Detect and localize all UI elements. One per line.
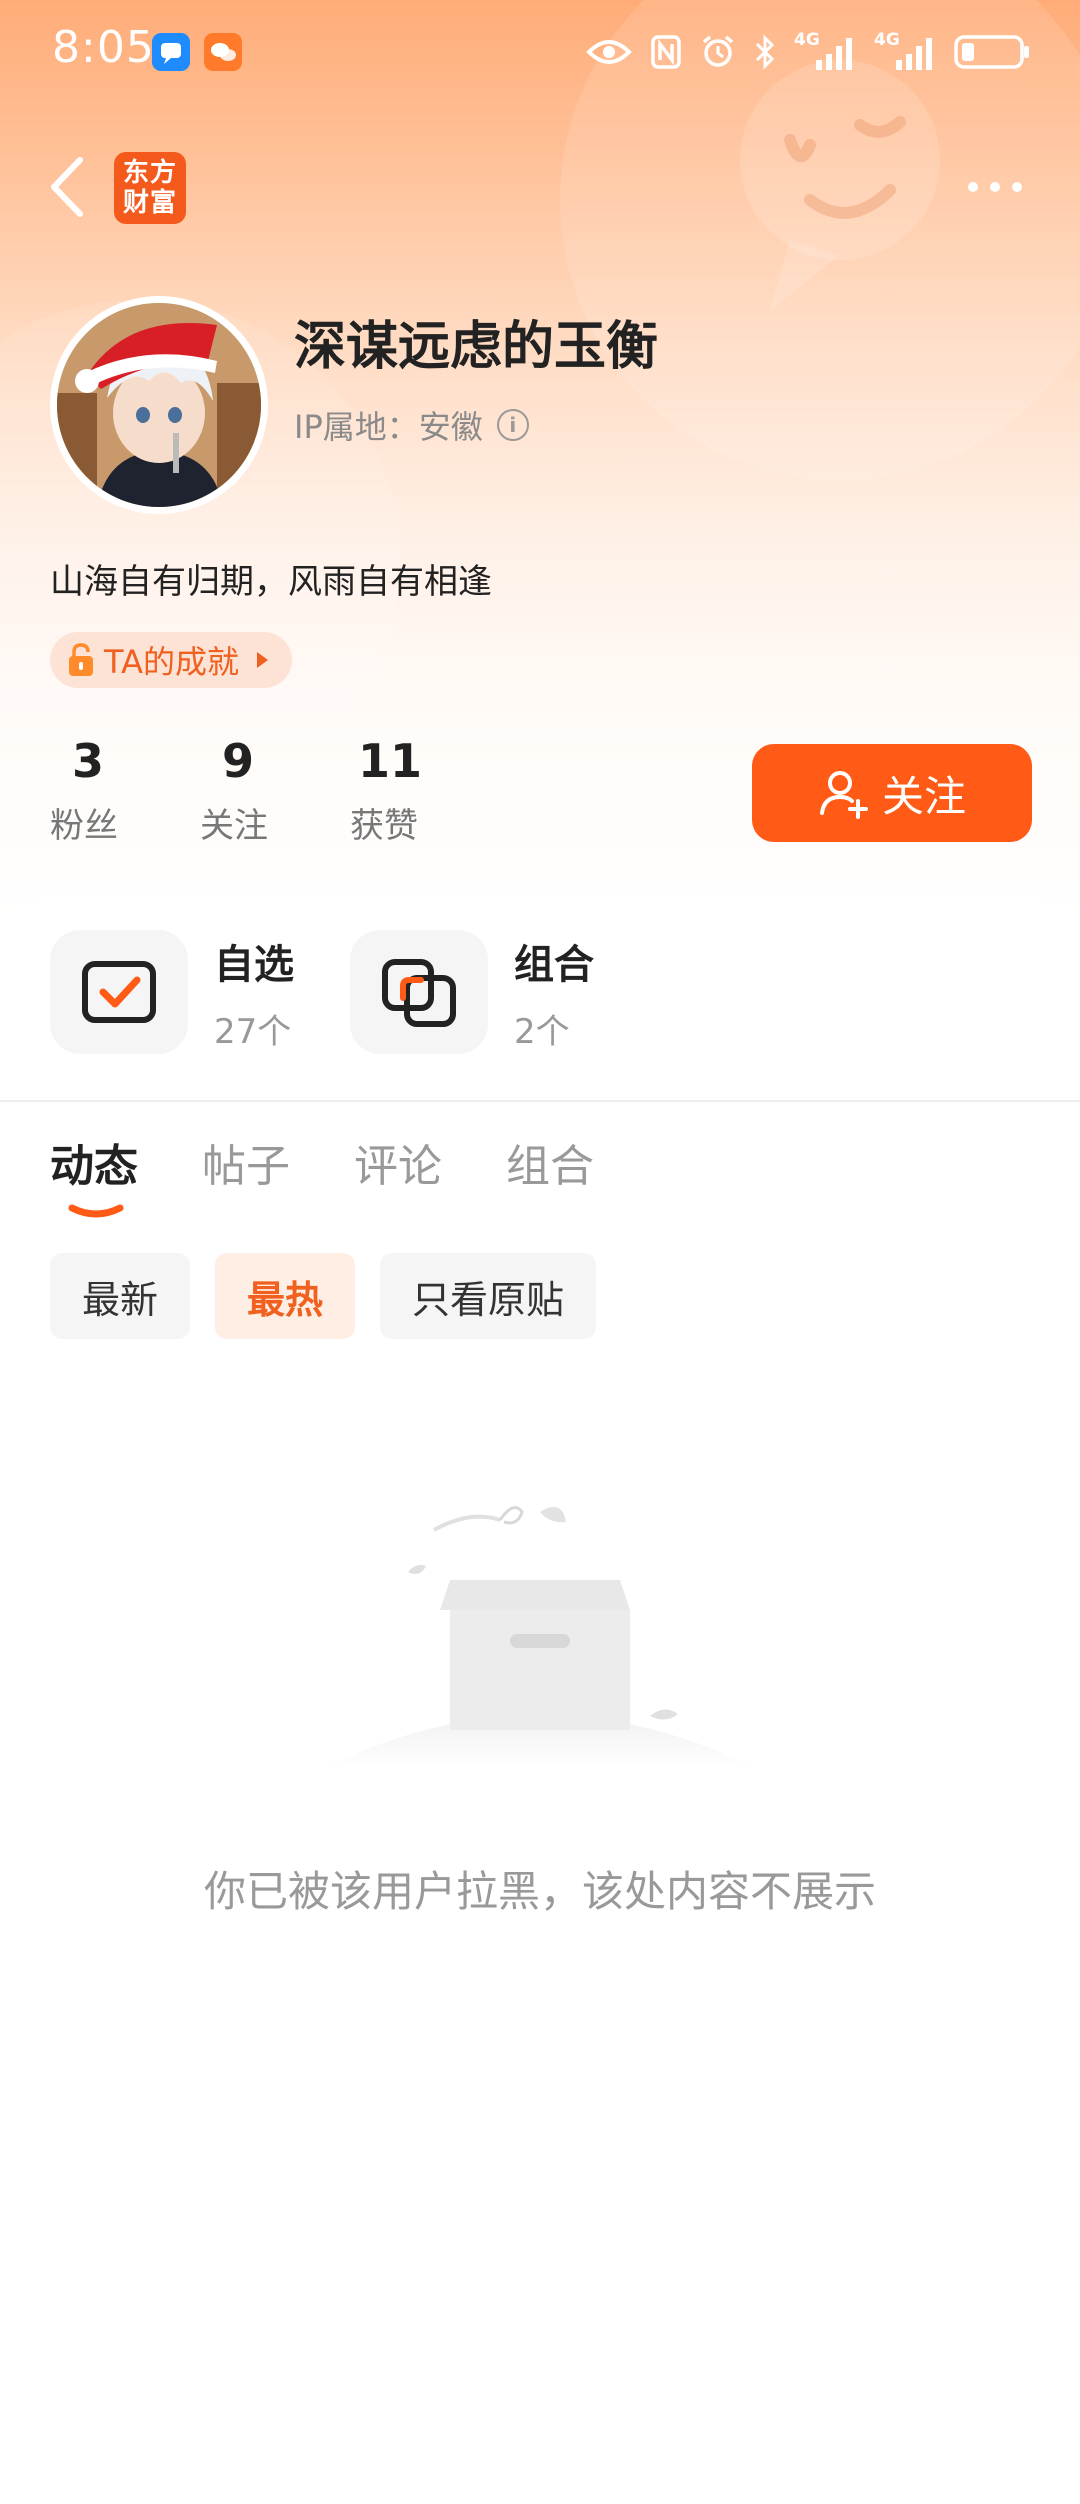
portfolio-icon xyxy=(350,930,488,1054)
empty-box-illustration xyxy=(320,1506,760,1770)
avatar-image xyxy=(57,303,261,507)
more-dot-icon xyxy=(968,182,978,192)
caret-right-icon xyxy=(256,652,268,668)
stat-label: 获赞 xyxy=(350,806,418,846)
tab-portfolios[interactable]: 组合 xyxy=(506,1130,594,1194)
module-title: 组合 xyxy=(514,941,594,988)
battery-icon xyxy=(954,35,1029,69)
app-logo: 东方 财富 xyxy=(114,152,186,224)
stat-label: 关注 xyxy=(200,806,268,846)
active-tab-indicator xyxy=(68,1204,124,1218)
status-time: 8:05 xyxy=(52,22,155,73)
nfc-icon xyxy=(651,35,681,69)
stat-count: 11 xyxy=(358,734,423,788)
module-text: 组合 2个 xyxy=(514,932,594,1053)
stat-following[interactable]: 9 关注 xyxy=(200,734,350,847)
status-icons: 4G 4G xyxy=(586,30,1030,74)
alarm-icon xyxy=(702,35,734,67)
post-filters: 最新 最热 只看原贴 xyxy=(50,1253,597,1339)
module-count: 27个 xyxy=(214,1011,292,1052)
module-count: 2个 xyxy=(514,1011,570,1052)
module-watchlist[interactable]: 自选 27个 xyxy=(50,930,350,1054)
module-portfolio[interactable]: 组合 2个 xyxy=(350,930,650,1054)
profile-stats: 3 粉丝 9 关注 11 获赞 xyxy=(50,734,500,847)
stat-followers[interactable]: 3 粉丝 xyxy=(50,734,200,847)
add-user-icon xyxy=(819,771,868,819)
stat-label: 粉丝 xyxy=(50,806,118,846)
section-divider xyxy=(0,1100,1080,1102)
user-bio: 山海自有归期，风雨自有相逢 xyxy=(50,562,492,602)
username: 深谋远虑的玉衡 xyxy=(294,317,659,377)
quick-modules: 自选 27个 组合 2个 xyxy=(50,930,650,1054)
watchlist-check-icon xyxy=(50,930,188,1054)
back-button[interactable] xyxy=(44,152,94,222)
stat-likes[interactable]: 11 获赞 xyxy=(350,734,500,847)
module-title: 自选 xyxy=(214,941,294,988)
message-app-icon xyxy=(152,33,190,71)
signal-2-icon: 4G xyxy=(874,30,936,70)
chevron-left-icon xyxy=(51,157,83,217)
signal-1-icon: 4G xyxy=(794,30,856,70)
ip-location: IP属地：安徽 i xyxy=(294,402,529,448)
tab-posts[interactable]: 帖子 xyxy=(202,1130,290,1194)
lock-icon xyxy=(69,643,93,676)
ip-location-text: IP属地：安徽 xyxy=(294,408,483,446)
empty-state-message: 你已被该用户拉黑，该处内容不展示 xyxy=(203,1867,876,1916)
follow-button-label: 关注 xyxy=(881,771,966,821)
tab-dynamics[interactable]: 动态 xyxy=(50,1130,138,1194)
module-text: 自选 27个 xyxy=(214,932,294,1053)
follow-button[interactable]: 关注 xyxy=(752,744,1032,842)
more-dot-icon xyxy=(990,182,1000,192)
achievement-badge-button[interactable]: TA的成就 xyxy=(50,632,292,688)
more-options-button[interactable] xyxy=(960,170,1030,204)
filter-latest[interactable]: 最新 xyxy=(50,1253,191,1339)
avatar[interactable] xyxy=(50,296,268,514)
stat-count: 3 xyxy=(72,734,105,788)
filter-original-only[interactable]: 只看原贴 xyxy=(380,1253,597,1339)
eye-icon xyxy=(586,40,632,64)
achievement-label: TA的成就 xyxy=(104,643,239,681)
status-bar: 8:05 4G 4G xyxy=(0,0,1080,104)
content-tabs: 动态 帖子 评论 组合 xyxy=(50,1130,594,1194)
info-icon[interactable]: i xyxy=(496,409,529,441)
bluetooth-icon xyxy=(755,34,775,70)
filter-hottest[interactable]: 最热 xyxy=(215,1253,356,1339)
stat-count: 9 xyxy=(222,734,255,788)
more-dot-icon xyxy=(1012,182,1022,192)
tab-comments[interactable]: 评论 xyxy=(354,1130,442,1194)
chat-app-icon xyxy=(204,33,242,71)
